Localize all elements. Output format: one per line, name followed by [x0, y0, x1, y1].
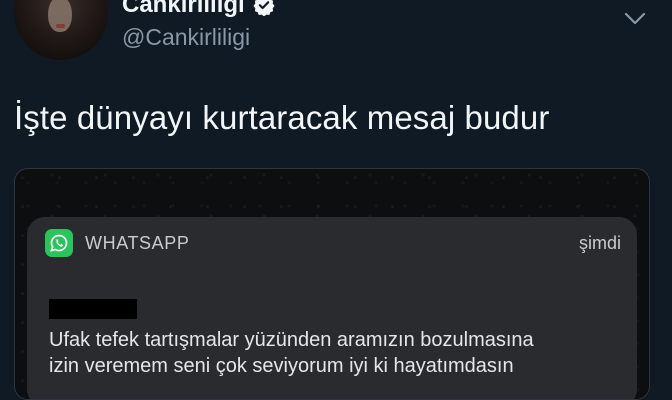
user-handle[interactable]: @Cankirliligi	[122, 24, 250, 51]
notification-message-line-2: izin veremem seni çok seviyorum iyi ki h…	[49, 355, 514, 377]
tweet-menu-button[interactable]	[620, 8, 650, 34]
whatsapp-notification: WHATSAPP şimdi Ufak tefek tartışmalar yü…	[27, 217, 637, 399]
whatsapp-icon	[45, 229, 73, 257]
verified-badge-icon	[253, 0, 275, 17]
avatar[interactable]	[14, 0, 108, 60]
notification-app-name: WHATSAPP	[85, 233, 190, 253]
tweet-text: İşte dünyayı kurtaracak mesaj budur	[14, 99, 550, 136]
notification-message-line-1: Ufak tefek tartışmalar yüzünden aramızın…	[49, 329, 534, 351]
avatar-lips	[56, 24, 65, 28]
display-name[interactable]: Cankirliligi	[122, 0, 245, 19]
tweet-media-image[interactable]: WHATSAPP şimdi Ufak tefek tartışmalar yü…	[14, 168, 650, 400]
notification-time: şimdi	[578, 233, 621, 253]
redacted-sender-bar	[49, 299, 137, 319]
chevron-down-icon	[624, 12, 646, 31]
display-name-row[interactable]: Cankirliligi	[122, 0, 275, 19]
